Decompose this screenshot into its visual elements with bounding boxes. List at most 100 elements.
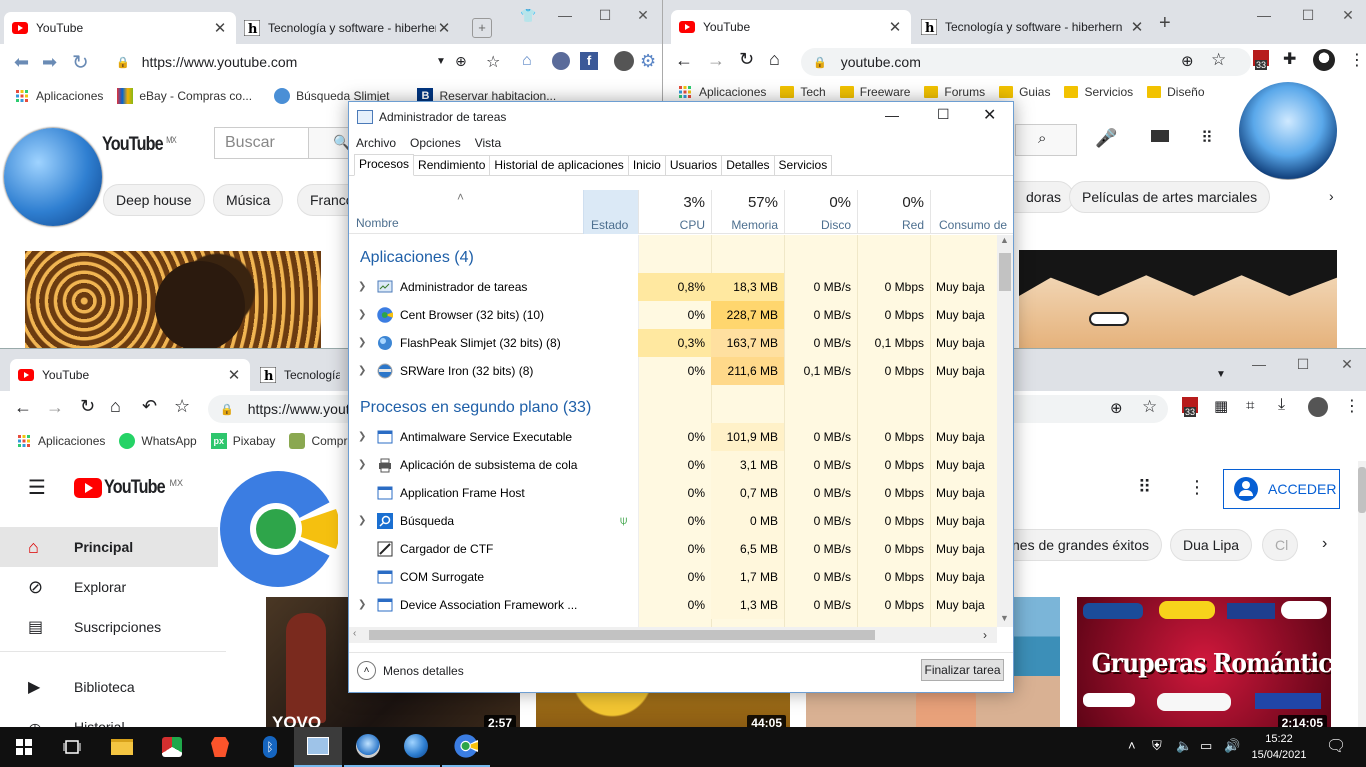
tab-procesos[interactable]: Procesos (354, 154, 415, 176)
bookmark-apps[interactable]: Aplicaciones (16, 433, 105, 449)
expand-chevron-icon[interactable]: ❯ (358, 599, 366, 610)
sidebar-item-principal[interactable]: ⌂ Principal (0, 527, 218, 567)
tab-tecnologia[interactable]: h Tecnología y (252, 359, 348, 391)
sidebar-item-explorar[interactable]: ⊘ Explorar (0, 567, 218, 607)
more-icon[interactable]: ⋮ (1188, 477, 1206, 498)
scroll-right-icon[interactable]: › (983, 628, 987, 642)
close-tab-icon[interactable]: ✕ (887, 18, 903, 36)
close-tab-icon[interactable]: ✕ (1129, 18, 1145, 36)
youtube-logo[interactable]: YouTube MX (102, 134, 177, 156)
youtube-logo[interactable]: YouTube MX (74, 477, 183, 499)
sidebar-item-biblioteca[interactable]: ▶ Biblioteca (0, 667, 218, 707)
new-tab-button[interactable]: + (472, 18, 492, 38)
bookmark-whatsapp[interactable]: WhatsApp (119, 433, 197, 449)
back-icon[interactable]: ← (14, 397, 32, 418)
menu-icon[interactable]: ⋮ (1344, 396, 1360, 416)
crop-icon[interactable]: ⌗ (1246, 397, 1254, 414)
close-window-button[interactable]: ✕ (1324, 349, 1366, 379)
tab-rendimiento[interactable]: Rendimiento (413, 155, 491, 175)
cent-taskbar-button[interactable] (442, 727, 490, 767)
star-icon[interactable]: ☆ (486, 52, 500, 72)
maximize-button[interactable]: ☐ (937, 106, 950, 123)
sidebar-item-historial[interactable]: ◷Historial (0, 707, 218, 728)
chip-musica[interactable]: Música (213, 184, 284, 216)
grid-icon[interactable]: ▦ (1214, 397, 1228, 415)
expand-chevron-icon[interactable]: ❯ (358, 337, 366, 348)
scroll-up-icon[interactable]: ▲ (1000, 235, 1009, 245)
home-icon[interactable]: ⌂ (110, 396, 121, 417)
star-icon[interactable]: ☆ (1142, 397, 1157, 417)
process-row[interactable]: COM Surrogate 0% 1,7 MB 0 MB/s 0 Mbps Muy baj… (349, 563, 997, 591)
chip-artes-marciales[interactable]: Películas de artes marciales (1069, 181, 1271, 213)
search-button[interactable]: ⌕ (1015, 124, 1077, 156)
reload-icon[interactable]: ↻ (739, 49, 754, 70)
expand-chevron-icon[interactable]: ❯ (358, 515, 366, 526)
col-status[interactable]: Estado (583, 190, 638, 234)
mic-icon[interactable]: 🎤 (1095, 128, 1117, 149)
home-icon[interactable]: ⌂ (769, 49, 780, 70)
hamburger-menu-icon[interactable]: ☰ (28, 475, 46, 500)
process-row[interactable]: ❯ Device Association Framework ... 0% 1,3 M… (349, 591, 997, 619)
col-disk[interactable]: 0% Disco (784, 190, 857, 234)
scroll-thumb[interactable] (999, 253, 1011, 291)
network-icon[interactable]: ▭ (1200, 738, 1212, 754)
scroll-down-icon[interactable]: ▼ (1000, 613, 1009, 623)
tab-inicio[interactable]: Inicio (627, 155, 666, 175)
start-button[interactable] (0, 727, 48, 767)
bookmark-folder-guias[interactable]: Guias (999, 85, 1050, 99)
slimjet-taskbar-button[interactable] (392, 727, 440, 767)
profile-icon[interactable] (1308, 397, 1328, 417)
minimize-button[interactable]: — (885, 107, 899, 123)
process-row[interactable]: Application Frame Host 0% 0,7 MB 0 MB/s 0 Mb… (349, 479, 997, 507)
profile-icon[interactable] (614, 51, 634, 71)
tab-usuarios[interactable]: Usuarios (664, 155, 723, 175)
expand-chevron-icon[interactable]: ❯ (358, 365, 366, 376)
bookmark-pixabay[interactable]: px Pixabay (210, 433, 275, 449)
chevron-right-icon[interactable]: › (1329, 188, 1334, 204)
taskbar-app-button[interactable] (148, 727, 196, 767)
facebook-icon[interactable]: f (580, 52, 598, 70)
process-row[interactable]: ❯ Cent Browser (32 bits) (10) 0% 228,7 MB 0 … (349, 301, 997, 329)
menu-icon[interactable]: ⋮ (1349, 50, 1365, 70)
zoom-icon[interactable]: ⊕ (455, 53, 467, 70)
undo-icon[interactable]: ↶ (142, 396, 157, 417)
sign-in-button[interactable]: ACCEDER (1223, 469, 1340, 509)
menu-archivo[interactable]: Archivo (356, 136, 396, 150)
tab-youtube[interactable]: YouTube ✕ (671, 10, 911, 44)
process-row[interactable]: ❯ Búsqueda 0% 0 MB 0 MB/s 0 Mbps Muy baja ⍦ (349, 507, 997, 535)
forward-icon[interactable]: ➡ (42, 52, 57, 73)
close-tab-icon[interactable]: ✕ (212, 19, 228, 37)
speaker-icon[interactable]: 🔈 (1176, 738, 1192, 754)
bookmark-compre[interactable]: Compre (289, 433, 354, 449)
shirt-icon[interactable]: 👕 (520, 8, 536, 24)
video-thumbnail-anime[interactable] (1019, 250, 1337, 350)
zoom-icon[interactable]: ⊕ (1110, 399, 1123, 417)
download-icon[interactable]: ⤓ (1278, 396, 1285, 414)
bookmark-apps[interactable]: Aplicaciones (14, 88, 103, 104)
star-icon[interactable]: ☆ (174, 396, 190, 417)
col-power[interactable]: Consumo de (930, 190, 1013, 234)
task-manager-taskbar-button[interactable] (294, 727, 342, 767)
file-explorer-button[interactable] (98, 727, 146, 767)
minimize-button[interactable]: — (1241, 0, 1287, 30)
close-tab-icon[interactable]: ✕ (436, 19, 452, 37)
menu-opciones[interactable]: Opciones (410, 136, 461, 150)
reload-icon[interactable]: ↻ (72, 50, 89, 75)
close-window-button[interactable]: ✕ (983, 105, 996, 125)
reload-icon[interactable]: ↻ (80, 396, 95, 417)
volume-icon[interactable]: 🔊 (1224, 738, 1240, 754)
clock[interactable]: 15:22 15/04/2021 (1244, 731, 1314, 763)
process-row[interactable]: ❯ SRWare Iron (32 bits) (8) 0% 211,6 MB 0,1 … (349, 357, 997, 385)
process-row[interactable]: ❯ Administrador de tareas 0,8% 18,3 MB 0 MB/… (349, 273, 997, 301)
tab-youtube[interactable]: YouTube ✕ (4, 12, 236, 44)
less-details-toggle[interactable]: ˄ Menos detalles (357, 661, 464, 680)
zoom-icon[interactable]: ⊕ (1181, 52, 1194, 70)
expand-chevron-icon[interactable]: ❯ (358, 309, 366, 320)
chip-doras[interactable]: doras (1013, 181, 1075, 213)
chip-deep-house[interactable]: Deep house (103, 184, 205, 216)
end-task-button[interactable]: Finalizar tarea (921, 659, 1004, 681)
puzzle-icon[interactable]: ✚ (1283, 49, 1296, 69)
security-icon[interactable]: ⛨ (1152, 738, 1162, 754)
settings-icon[interactable]: ⚙ (640, 51, 656, 72)
extension-badge-icon[interactable]: 33 (1253, 50, 1269, 70)
